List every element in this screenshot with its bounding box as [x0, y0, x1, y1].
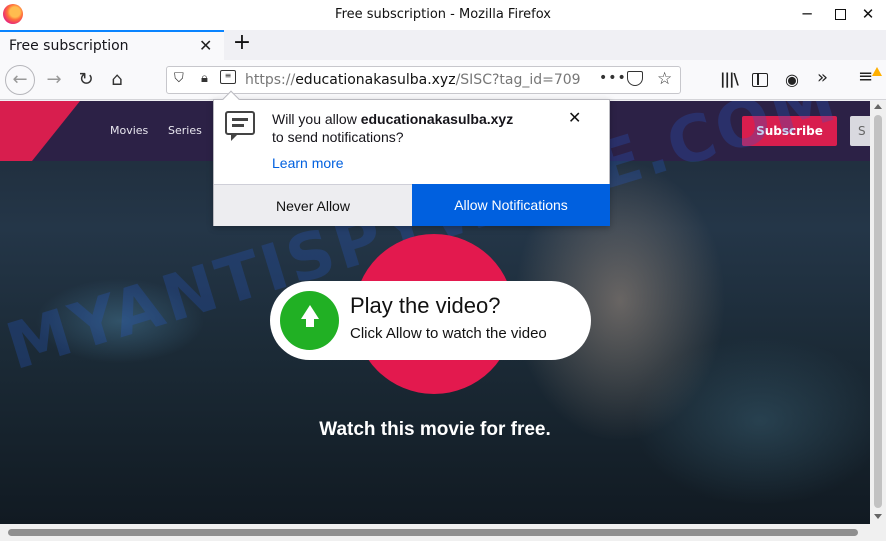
scroll-down-arrow-icon[interactable] — [874, 514, 882, 519]
horizontal-scrollbar[interactable] — [0, 524, 886, 541]
window-titlebar: Free subscription - Mozilla Firefox ─ ✕ — [0, 0, 886, 30]
sidebar-icon[interactable] — [752, 73, 768, 87]
url-protocol: https:// — [245, 72, 296, 88]
allow-notifications-button[interactable]: Allow Notifications — [412, 184, 610, 226]
site-logo[interactable] — [0, 101, 80, 161]
watch-free-text: Watch this movie for free. — [319, 419, 551, 440]
popup-message: Will you allow educationakasulba.xyz to … — [272, 110, 513, 146]
icon-line — [232, 124, 244, 127]
navigation-toolbar: ← → ↻ ⌂ ⛉ 🔒︎ ≡ https://educationakasulba… — [0, 60, 886, 100]
overflow-menu-button[interactable]: » — [817, 67, 828, 88]
upload-arrow-icon — [280, 291, 339, 350]
popup-domain: educationakasulba.xyz — [360, 111, 514, 127]
library-icon[interactable]: |||\ — [720, 70, 739, 88]
vertical-scrollbar[interactable] — [870, 101, 886, 524]
play-video-prompt[interactable]: Play the video? Click Allow to watch the… — [270, 281, 591, 360]
popup-close-button[interactable]: ✕ — [568, 108, 581, 127]
arrow-head — [301, 305, 319, 319]
tab-title: Free subscription — [9, 38, 129, 54]
tab-strip: Free subscription ✕ + — [0, 30, 886, 60]
tracking-protection-shield-icon[interactable]: ⛉ — [174, 71, 184, 86]
vertical-scroll-thumb[interactable] — [874, 115, 882, 508]
popup-text-suffix: to send notifications? — [272, 129, 404, 145]
window-title: Free subscription - Mozilla Firefox — [335, 7, 551, 22]
maximize-icon — [834, 9, 846, 20]
sign-in-button[interactable]: S — [850, 116, 870, 146]
close-window-button[interactable]: ✕ — [851, 0, 885, 30]
site-nav-movies[interactable]: Movies — [110, 124, 148, 137]
url-path: /SISC?tag_id=709 — [455, 72, 581, 88]
url-bar[interactable]: ⛉ 🔒︎ ≡ https://educationakasulba.xyz/SIS… — [166, 66, 681, 94]
back-button[interactable]: ← — [5, 65, 35, 95]
tab-free-subscription[interactable]: Free subscription ✕ — [0, 30, 224, 60]
pocket-icon[interactable] — [627, 71, 643, 86]
popup-text-prefix: Will you allow — [272, 111, 361, 127]
hamburger-menu-button[interactable]: ≡ — [858, 66, 873, 87]
chat-bubble-icon — [225, 111, 255, 141]
play-video-subtitle: Click Allow to watch the video — [350, 325, 547, 342]
warning-badge-icon — [872, 67, 882, 76]
url-text[interactable]: https://educationakasulba.xyz/SISC?tag_i… — [245, 72, 595, 88]
minimize-button[interactable]: ─ — [790, 0, 824, 30]
bookmark-star-icon[interactable]: ☆ — [657, 69, 672, 89]
arrow-stem — [306, 318, 314, 327]
forward-button[interactable]: → — [40, 66, 68, 94]
reload-button[interactable]: ↻ — [72, 66, 100, 94]
icon-tail — [231, 133, 239, 141]
learn-more-link[interactable]: Learn more — [272, 155, 344, 171]
horizontal-scroll-thumb[interactable] — [8, 529, 858, 536]
new-tab-button[interactable]: + — [229, 31, 255, 57]
home-button[interactable]: ⌂ — [103, 66, 131, 94]
notification-permission-popup: Will you allow educationakasulba.xyz to … — [213, 90, 610, 226]
never-allow-button[interactable]: Never Allow — [214, 184, 412, 226]
lock-icon[interactable]: 🔒︎ — [201, 71, 208, 86]
play-video-title: Play the video? — [350, 293, 501, 318]
tab-close-button[interactable]: ✕ — [199, 36, 212, 55]
notification-permission-icon[interactable]: ≡ — [220, 70, 236, 84]
page-actions-button[interactable]: ••• — [599, 70, 627, 86]
url-domain: educationakasulba.xyz — [295, 72, 456, 88]
account-icon[interactable]: ◉ — [785, 70, 799, 89]
icon-line — [232, 118, 248, 121]
site-nav-series[interactable]: Series — [168, 124, 202, 137]
scroll-up-arrow-icon[interactable] — [874, 104, 882, 109]
